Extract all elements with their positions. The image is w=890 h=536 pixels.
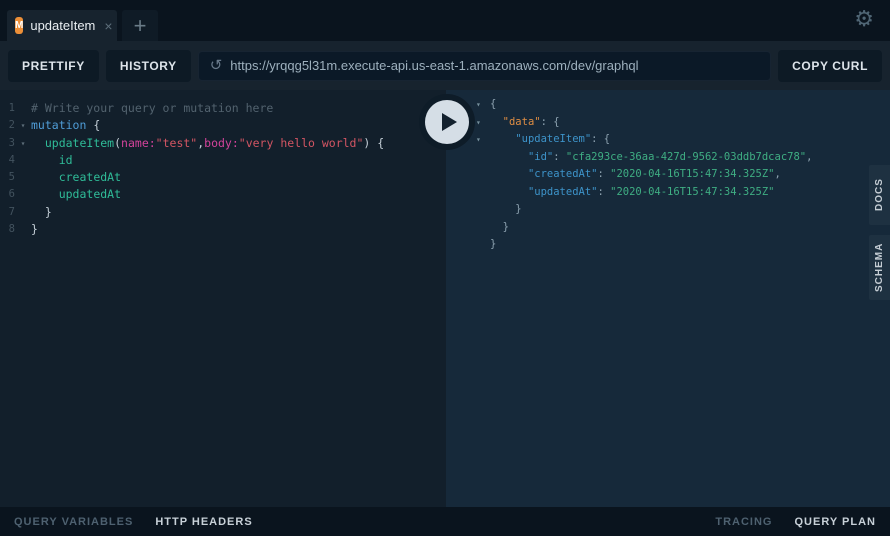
close-tab-icon[interactable]: × [104, 19, 112, 33]
code-text: } [31, 221, 38, 238]
schema-label: SCHEMA [874, 243, 885, 292]
line-number: 4 [6, 152, 15, 169]
prettify-button[interactable]: PRETTIFY [8, 50, 99, 82]
graphql-playground-window: M updateItem × + ⚙ PRETTIFY HISTORY ↺ CO… [0, 0, 890, 536]
bottom-bar: QUERY VARIABLES HTTP HEADERS TRACING QUE… [0, 507, 890, 536]
code-text: "createdAt": "2020-04-16T15:47:34.325Z", [490, 168, 781, 180]
editor-line: 7 } [0, 204, 446, 221]
code-text: } [490, 221, 509, 233]
code-text: mutation { [31, 117, 100, 134]
query-plan-tab[interactable]: QUERY PLAN [794, 516, 876, 528]
editor-line: 6 updatedAt [0, 186, 446, 203]
editor-line: 1 # Write your query or mutation here [0, 100, 446, 117]
line-number: 7 [6, 204, 15, 221]
editor-line: 2▾mutation { [0, 117, 446, 134]
mutation-badge: M [15, 17, 23, 34]
code-text: "updateItem": { [490, 133, 610, 145]
fold-arrow-icon: ▾ [15, 117, 31, 134]
code-text: "updatedAt": "2020-04-16T15:47:34.325Z" [490, 186, 775, 198]
play-icon [442, 113, 457, 131]
plus-icon: + [134, 13, 147, 39]
schema-side-tab[interactable]: SCHEMA [869, 235, 890, 300]
result-line: "id": "cfa293ce-36aa-427d-9562-03ddb7dca… [446, 149, 890, 167]
fold-arrow-icon: ▾ [476, 114, 481, 132]
line-number: 6 [6, 186, 15, 203]
editor-line: 4 id [0, 152, 446, 169]
result-line: } [446, 236, 890, 254]
refresh-icon[interactable]: ↺ [210, 58, 223, 73]
toolbar: PRETTIFY HISTORY ↺ COPY CURL [0, 41, 890, 90]
fold-arrow-icon: ▾ [476, 131, 481, 149]
code-text: createdAt [31, 169, 121, 186]
response-viewer: ▾{▾ "data": {▾ "updateItem": { "id": "cf… [446, 90, 890, 507]
fold-gutter [15, 169, 31, 186]
fold-gutter [15, 186, 31, 203]
result-line: ▾ "updateItem": { [446, 131, 890, 149]
copy-curl-button[interactable]: COPY CURL [778, 50, 882, 82]
fold-gutter [15, 100, 31, 117]
code-text: "data": { [490, 116, 560, 128]
code-text: updateItem(name:"test",body:"very hello … [31, 135, 384, 152]
editor-line: 8} [0, 221, 446, 238]
code-text: } [31, 204, 52, 221]
code-text: { [490, 98, 496, 110]
line-number: 2 [6, 117, 15, 134]
query-variables-tab[interactable]: QUERY VARIABLES [14, 516, 133, 528]
fold-gutter [15, 204, 31, 221]
tab-updateitem[interactable]: M updateItem × [7, 10, 117, 41]
tab-title: updateItem [30, 18, 95, 33]
settings-gear-icon[interactable]: ⚙ [854, 8, 874, 30]
code-text: "id": "cfa293ce-36aa-427d-9562-03ddb7dca… [490, 151, 812, 163]
result-line: "updatedAt": "2020-04-16T15:47:34.325Z" [446, 184, 890, 202]
line-number: 5 [6, 169, 15, 186]
fold-arrow-icon: ▾ [15, 135, 31, 152]
fold-gutter [15, 221, 31, 238]
line-number: 8 [6, 221, 15, 238]
main-split: 1# Write your query or mutation here2▾mu… [0, 90, 890, 507]
result-line: ▾ "data": { [446, 114, 890, 132]
new-tab-button[interactable]: + [122, 10, 158, 41]
tracing-tab[interactable]: TRACING [715, 516, 772, 528]
line-number: 1 [6, 100, 15, 117]
line-number: 3 [6, 135, 15, 152]
fold-gutter [15, 152, 31, 169]
endpoint-url-box: ↺ [198, 51, 771, 81]
query-editor[interactable]: 1# Write your query or mutation here2▾mu… [0, 90, 446, 507]
tab-bar: M updateItem × + ⚙ [0, 0, 890, 41]
fold-arrow-icon: ▾ [476, 96, 481, 114]
code-text: id [31, 152, 73, 169]
execute-button[interactable] [425, 100, 469, 144]
code-text: updatedAt [31, 186, 121, 203]
result-line: ▾{ [446, 96, 890, 114]
docs-label: DOCS [874, 179, 885, 212]
http-headers-tab[interactable]: HTTP HEADERS [155, 516, 252, 528]
docs-side-tab[interactable]: DOCS [869, 165, 890, 225]
result-line: "createdAt": "2020-04-16T15:47:34.325Z", [446, 166, 890, 184]
editor-line: 3▾ updateItem(name:"test",body:"very hel… [0, 135, 446, 152]
result-line: } [446, 201, 890, 219]
history-button[interactable]: HISTORY [106, 50, 191, 82]
code-text: } [490, 238, 496, 250]
endpoint-url-input[interactable] [230, 58, 759, 73]
code-text: } [490, 203, 522, 215]
result-line: } [446, 219, 890, 237]
code-text: # Write your query or mutation here [31, 100, 273, 117]
editor-line: 5 createdAt [0, 169, 446, 186]
